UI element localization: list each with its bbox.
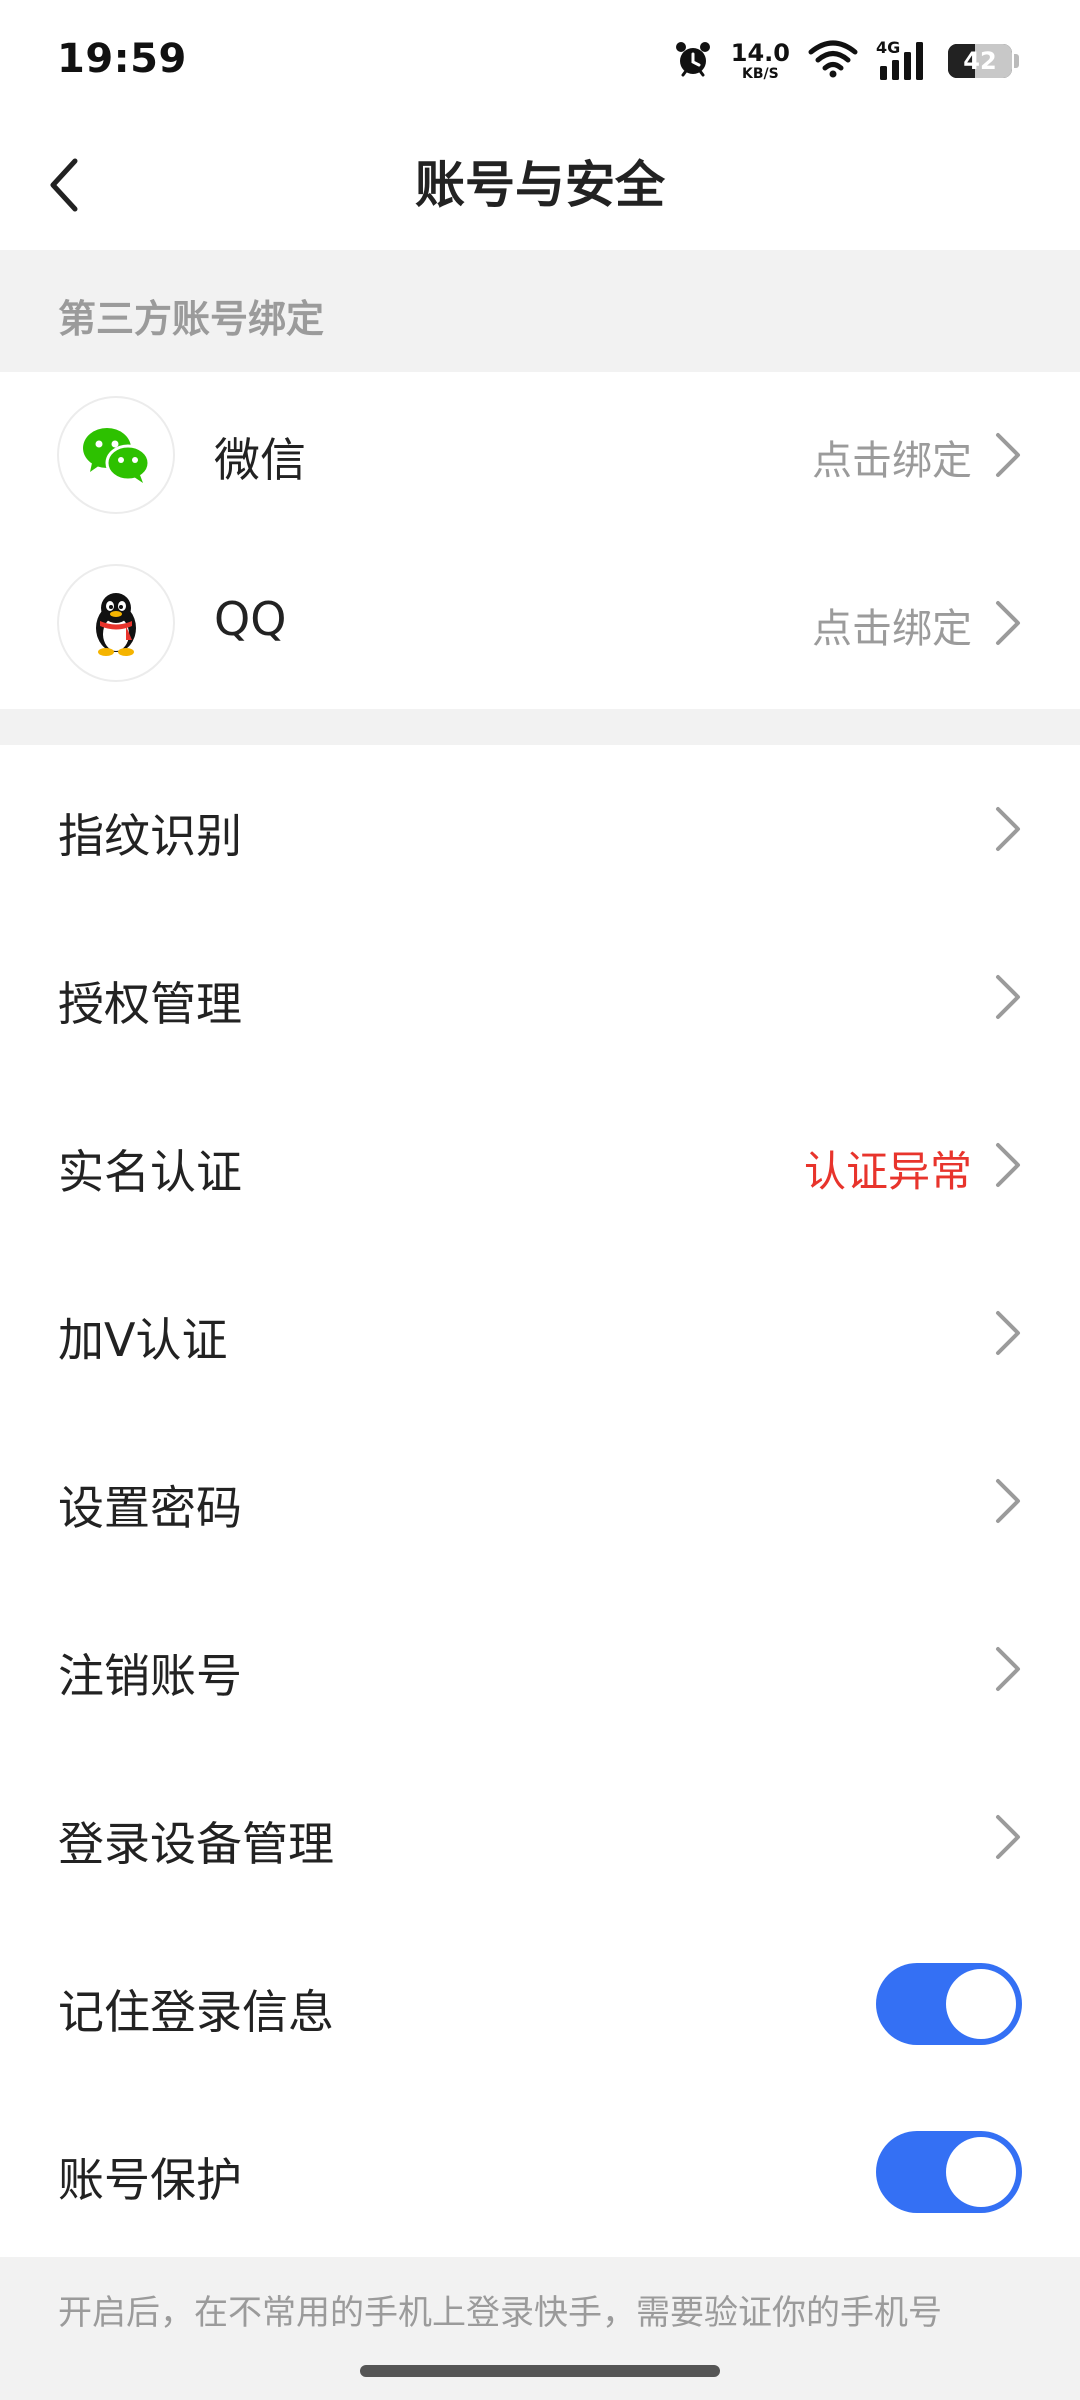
menu-item-set-password[interactable]: 设置密码 [0, 1417, 1080, 1585]
chevron-right-icon [996, 1815, 1020, 1859]
menu-item-fingerprint[interactable]: 指纹识别 [0, 745, 1080, 913]
third-party-list: 微信 点击绑定 QQ 点击绑定 [0, 372, 1080, 708]
chevron-right-icon [996, 975, 1020, 1019]
net-speed-unit: KB/S [742, 66, 779, 82]
menu-item-label: 设置密码 [58, 1481, 242, 1535]
status-time: 19:59 [57, 36, 187, 82]
menu-item-device-management[interactable]: 登录设备管理 [0, 1753, 1080, 1921]
signal-icon: 4G [876, 38, 930, 82]
menu-item-label: 注销账号 [58, 1649, 242, 1703]
account-protection-toggle[interactable] [876, 2131, 1022, 2213]
menu-item-label: 账号保护 [58, 2153, 242, 2207]
menu-item-remember-login: 记住登录信息 [0, 1921, 1080, 2089]
section-divider [0, 709, 1080, 745]
third-party-section-header: 第三方账号绑定 [0, 250, 1080, 372]
net-speed-value: 14.0 [730, 39, 790, 67]
alarm-icon [673, 39, 713, 83]
battery-level: 42 [963, 47, 997, 75]
bind-row-qq[interactable]: QQ 点击绑定 [0, 540, 1080, 708]
settings-menu-list: 指纹识别 授权管理 实名认证 认证异常 加V认证 设置密码 注销账号 登录设备管… [0, 745, 1080, 2257]
network-type: 4G [876, 38, 901, 57]
bind-label: 微信 [214, 433, 306, 487]
chevron-right-icon [996, 433, 1020, 477]
menu-item-label: 实名认证 [58, 1145, 242, 1199]
menu-item-authorization[interactable]: 授权管理 [0, 913, 1080, 1081]
chevron-right-icon [996, 1479, 1020, 1523]
chevron-right-icon [996, 1143, 1020, 1187]
qq-avatar [57, 564, 175, 682]
bind-row-wechat[interactable]: 微信 点击绑定 [0, 372, 1080, 540]
page-title: 账号与安全 [415, 156, 665, 214]
menu-item-label: 登录设备管理 [58, 1817, 334, 1871]
note-text: 开启后，在不常用的手机上登录快手，需要验证你的手机号 [58, 2293, 942, 2333]
chevron-right-icon [996, 807, 1020, 851]
menu-item-label: 加V认证 [58, 1313, 228, 1367]
menu-item-label: 记住登录信息 [58, 1985, 334, 2039]
section-title: 第三方账号绑定 [58, 297, 325, 341]
wechat-avatar [57, 396, 175, 514]
menu-item-v-verification[interactable]: 加V认证 [0, 1249, 1080, 1417]
qq-penguin-icon [96, 593, 136, 656]
bind-action: 点击绑定 [812, 606, 972, 652]
toggle-knob [946, 2137, 1016, 2207]
chevron-left-icon [50, 158, 78, 212]
home-indicator[interactable] [360, 2365, 720, 2377]
menu-item-account-protection: 账号保护 [0, 2089, 1080, 2257]
status-bar: 19:59 14.0 KB/S 4G 42 [0, 0, 1080, 120]
status-icons: 14.0 KB/S 4G 42 [673, 34, 1019, 88]
remember-login-toggle[interactable] [876, 1963, 1022, 2045]
battery-icon: 42 [948, 44, 1019, 78]
bind-action: 点击绑定 [812, 438, 972, 484]
chevron-right-icon [996, 601, 1020, 645]
back-button[interactable] [30, 150, 100, 220]
verification-status: 认证异常 [803, 1147, 972, 1196]
wechat-icon [83, 428, 151, 483]
nav-bar: 账号与安全 [0, 120, 1080, 250]
chevron-right-icon [996, 1311, 1020, 1355]
net-speed: 14.0 KB/S [731, 41, 790, 81]
toggle-knob [946, 1969, 1016, 2039]
account-protection-note: 开启后，在不常用的手机上登录快手，需要验证你的手机号 [0, 2257, 1080, 2400]
menu-item-label: 指纹识别 [58, 809, 242, 863]
wifi-icon [808, 40, 858, 82]
chevron-right-icon [996, 1647, 1020, 1691]
menu-item-delete-account[interactable]: 注销账号 [0, 1585, 1080, 1753]
menu-item-real-name[interactable]: 实名认证 认证异常 [0, 1081, 1080, 1249]
bind-label: QQ [214, 592, 287, 646]
menu-item-label: 授权管理 [58, 977, 242, 1031]
